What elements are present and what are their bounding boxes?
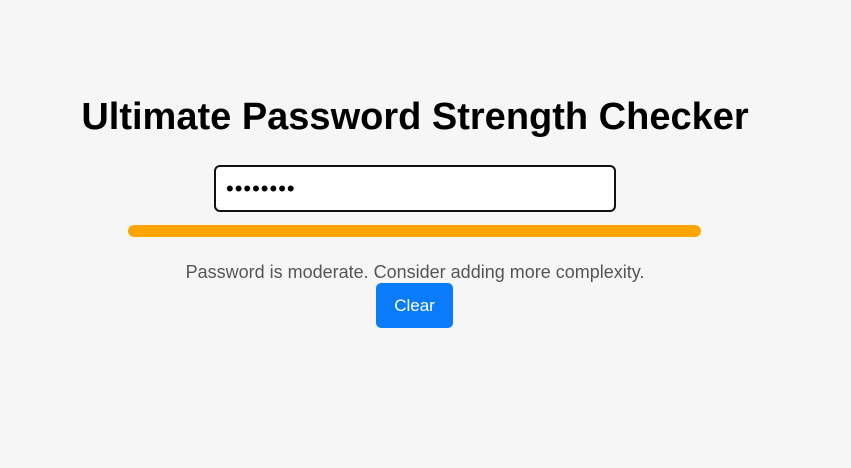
page-title: Ultimate Password Strength Checker (81, 96, 749, 138)
clear-button[interactable]: Clear (376, 283, 453, 328)
strength-meter-fill (128, 225, 701, 237)
strength-meter (128, 225, 701, 237)
strength-message: Password is moderate. Consider adding mo… (185, 262, 645, 282)
password-input[interactable] (214, 165, 616, 212)
app-container: Ultimate Password Strength Checker Passw… (0, 0, 851, 468)
